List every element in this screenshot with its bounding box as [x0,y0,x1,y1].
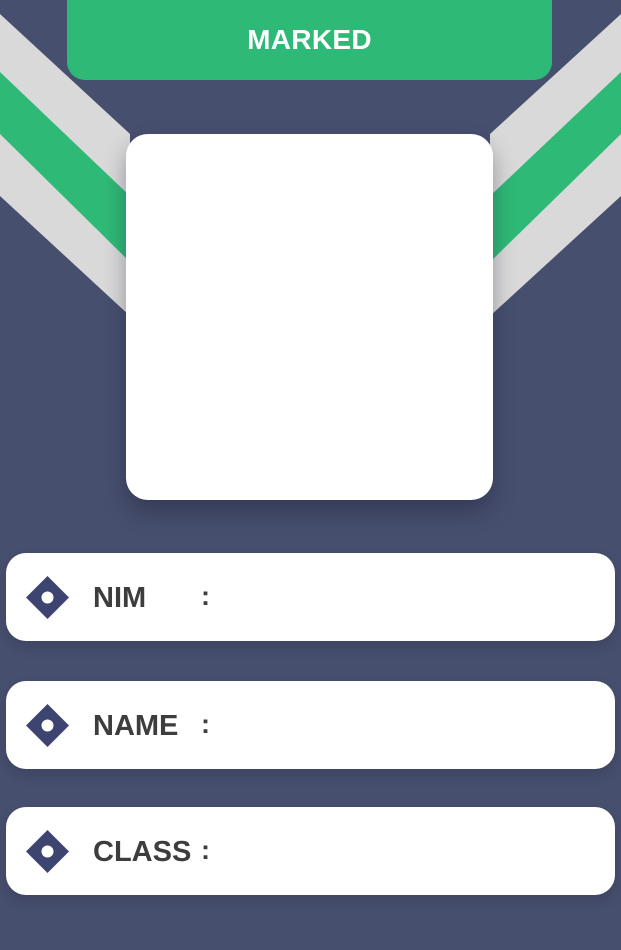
name-separator: : [201,709,210,739]
name-row: NAME : [6,681,615,769]
nim-separator: : [201,581,210,611]
class-row: CLASS : [6,807,615,895]
class-separator: : [201,835,210,865]
class-label: CLASS [93,836,192,868]
nim-label: NIM [93,582,147,614]
status-label: MARKED [247,24,372,55]
diamond-icon [26,704,69,747]
status-banner: MARKED [67,0,552,80]
diamond-icon [26,830,69,873]
nim-row: NIM : [6,553,615,641]
name-label: NAME [93,710,179,742]
diamond-icon [26,576,69,619]
photo-placeholder [126,134,493,500]
